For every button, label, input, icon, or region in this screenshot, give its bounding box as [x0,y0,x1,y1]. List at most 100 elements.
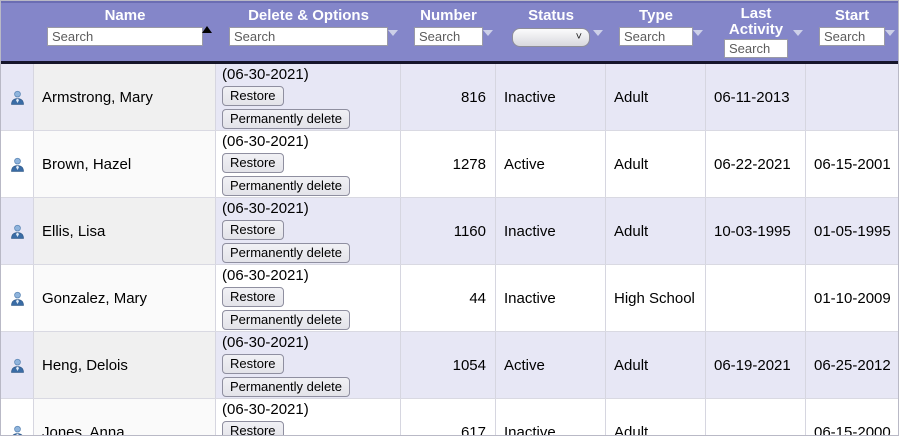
last-activity-cell: 06-19-2021 [706,332,806,398]
status-cell: Inactive [496,399,606,435]
column-label-delete-options: Delete & Options [248,7,369,24]
number-cell: 1278 [401,131,496,197]
restore-button[interactable]: Restore [222,219,284,240]
person-name: Heng, Delois [42,356,128,374]
person-name: Brown, Hazel [42,155,132,173]
person-name: Ellis, Lisa [42,222,106,240]
table-row: Gonzalez, Mary (06-30-2021) Restore Perm… [1,265,898,332]
table-body: Armstrong, Mary (06-30-2021) Restore Per… [1,64,898,436]
name-cell: Heng, Delois [34,332,216,398]
person-icon [10,358,24,373]
name-cell: Brown, Hazel [34,131,216,197]
column-header-delete-options[interactable]: Delete & Options [216,3,401,61]
number-cell: 617 [401,399,496,435]
restore-button[interactable]: Restore [222,85,284,106]
column-label-type: Type [639,7,673,24]
status-cell: Active [496,131,606,197]
column-header-start[interactable]: Start [806,3,898,61]
person-icon [10,90,24,105]
type-cell: Adult [606,399,706,435]
column-label-name: Name [104,7,146,24]
table-header-row: Name Delete & Options Number Status [1,1,898,64]
sort-both-icon [388,27,398,36]
last-activity-cell: 06-22-2021 [706,131,806,197]
restore-button[interactable]: Restore [222,152,284,173]
person-icon [10,224,24,239]
name-cell: Gonzalez, Mary [34,265,216,331]
table-row: Ellis, Lisa (06-30-2021) Restore Permane… [1,198,898,265]
start-cell: 01-10-2009 [814,289,891,307]
type-cell: Adult [606,332,706,398]
status-cell: Inactive [496,64,606,130]
row-icon-cell [1,131,34,197]
name-cell: Jones, Anna [34,399,216,435]
deleted-date: (06-30-2021) [222,199,309,217]
deleted-date: (06-30-2021) [222,65,309,83]
type-cell: Adult [606,64,706,130]
number-cell: 816 [401,64,496,130]
deleted-records-table: Name Delete & Options Number Status [0,0,899,436]
delete-options-cell: (06-30-2021) Restore Permanently delete [216,399,401,435]
row-icon-cell [1,332,34,398]
restore-button[interactable]: Restore [222,286,284,307]
sort-both-icon [693,27,703,36]
column-label-status: Status [528,7,574,24]
table-row: Heng, Delois (06-30-2021) Restore Perman… [1,332,898,399]
table-row: Jones, Anna (06-30-2021) Restore Permane… [1,399,898,436]
person-name: Gonzalez, Mary [42,289,148,307]
column-header-last-activity[interactable]: Last Activity [706,3,806,61]
status-cell: Inactive [496,265,606,331]
restore-button[interactable]: Restore [222,420,284,435]
name-cell: Armstrong, Mary [34,64,216,130]
sort-both-icon [483,27,493,36]
column-header-type[interactable]: Type [606,3,706,61]
type-search-input[interactable] [619,27,693,46]
person-name: Armstrong, Mary [42,88,153,106]
type-cell: High School [606,265,706,331]
sort-both-icon [885,27,895,36]
person-icon [11,425,23,435]
sort-ascending-icon [202,26,212,33]
person-icon [10,291,24,306]
start-search-input[interactable] [819,27,885,46]
restore-button[interactable]: Restore [222,353,284,374]
name-search-input[interactable] [47,27,203,46]
row-icon-cell [1,198,34,264]
delete-options-cell: (06-30-2021) Restore Permanently delete [216,64,401,130]
number-cell: 1054 [401,332,496,398]
last-activity-cell [706,399,806,435]
permanently-delete-button[interactable]: Permanently delete [222,309,351,330]
number-cell: 1160 [401,198,496,264]
number-cell: 44 [401,265,496,331]
last-activity-search-input[interactable] [724,39,788,58]
chevron-down-icon: ˅ [575,31,582,43]
delete-options-search-input[interactable] [229,27,388,46]
permanently-delete-button[interactable]: Permanently delete [222,175,351,196]
last-activity-cell: 10-03-1995 [706,198,806,264]
status-filter-select[interactable]: ˅ [512,28,590,47]
sort-both-icon [593,27,603,36]
permanently-delete-button[interactable]: Permanently delete [222,108,351,129]
start-cell [806,64,898,130]
column-header-name[interactable]: Name [34,3,216,61]
deleted-date: (06-30-2021) [222,333,309,351]
delete-options-cell: (06-30-2021) Restore Permanently delete [216,131,401,197]
start-cell: 01-05-1995 [814,222,891,240]
column-label-last-activity: Last Activity [728,5,784,38]
start-cell: 06-15-2001 [814,155,891,173]
column-header-number[interactable]: Number [401,3,496,61]
status-cell: Inactive [496,198,606,264]
delete-options-cell: (06-30-2021) Restore Permanently delete [216,332,401,398]
column-label-number: Number [420,7,477,24]
row-icon-cell [1,64,34,130]
permanently-delete-button[interactable]: Permanently delete [222,242,351,263]
permanently-delete-button[interactable]: Permanently delete [222,376,351,397]
deleted-date: (06-30-2021) [222,400,309,418]
table-row: Brown, Hazel (06-30-2021) Restore Perman… [1,131,898,198]
number-search-input[interactable] [414,27,483,46]
row-icon-cell [1,265,34,331]
column-header-status[interactable]: Status ˅ [496,3,606,61]
delete-options-cell: (06-30-2021) Restore Permanently delete [216,265,401,331]
row-icon-cell [1,399,34,435]
start-cell: 06-15-2000 [814,423,891,436]
